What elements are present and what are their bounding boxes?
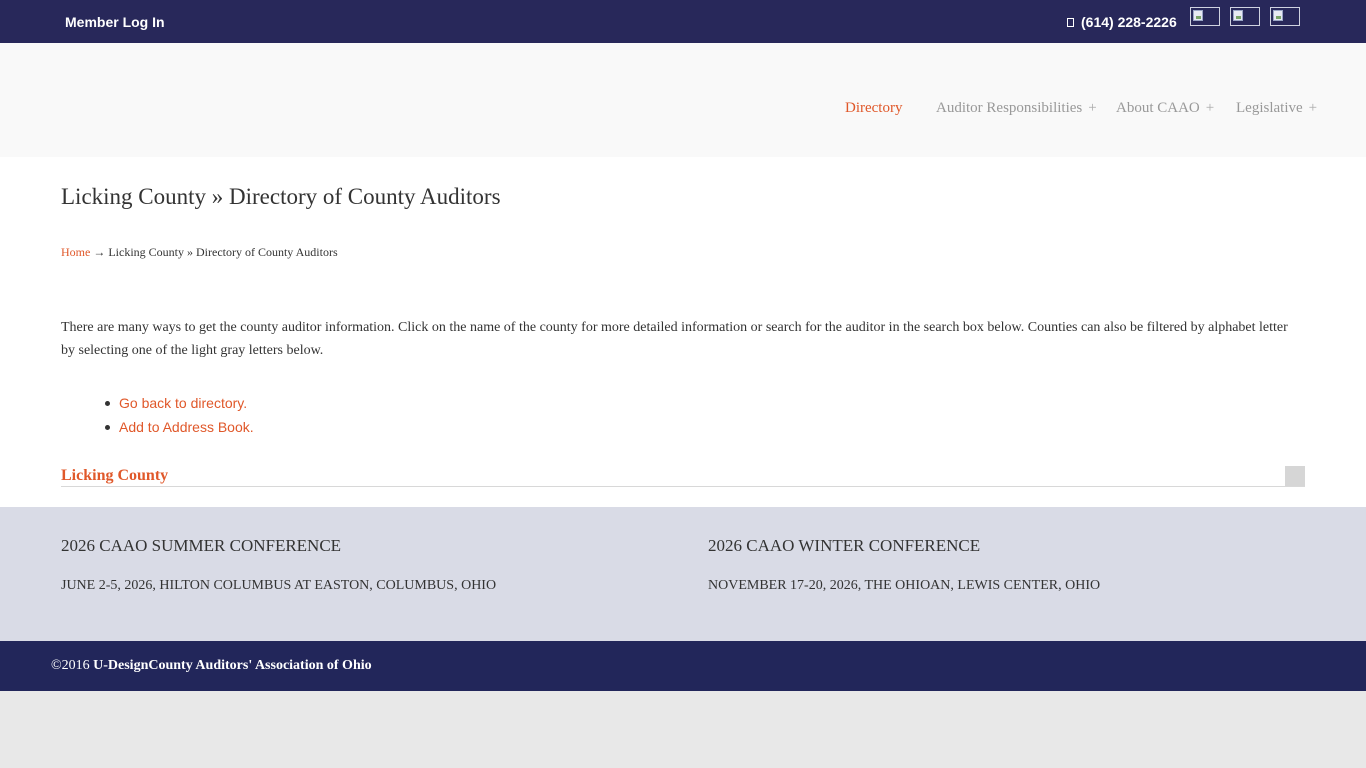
copyright-prefix: ©2016 [51, 658, 94, 673]
broken-image-icon [1233, 10, 1243, 21]
add-to-address-book-link[interactable]: Add to Address Book. [105, 417, 254, 441]
nav-item-label: About CAAO [1116, 100, 1200, 116]
nav-item-directory[interactable]: Directory [845, 100, 902, 117]
county-heading[interactable]: Licking County [61, 467, 168, 485]
nav-item-legislative[interactable]: Legislative + [1236, 100, 1317, 117]
copyright-text: ©2016 U-DesignCounty Auditors' Associati… [51, 658, 372, 674]
summer-conference-title[interactable]: 2026 CAAO SUMMER CONFERENCE [61, 536, 341, 556]
winter-conference-detail: NOVEMBER 17-20, 2026, THE OHIOAN, LEWIS … [708, 578, 1101, 593]
nav-item-about-caao[interactable]: About CAAO + [1116, 100, 1214, 117]
member-login-link[interactable]: Member Log In [65, 14, 165, 30]
conference-section: 2026 CAAO SUMMER CONFERENCE JUNE 2-5, 20… [0, 507, 1366, 641]
breadcrumb-separator: → [90, 245, 109, 259]
social-link-3[interactable] [1270, 7, 1300, 26]
go-back-link[interactable]: Go back to directory. [105, 393, 254, 417]
phone-number[interactable]: (614) 228-2226 [1067, 14, 1177, 30]
social-link-2[interactable] [1230, 7, 1260, 26]
main-content: Licking County » Directory of County Aud… [0, 157, 1366, 507]
breadcrumb-home-link[interactable]: Home [61, 245, 90, 259]
winter-conference-title[interactable]: 2026 CAAO WINTER CONFERENCE [708, 536, 980, 556]
expand-plus-icon: + [1088, 100, 1097, 116]
site-header: Directory Auditor Responsibilities + Abou… [0, 43, 1366, 157]
phone-icon [1067, 18, 1074, 27]
intro-paragraph: There are many ways to get the county au… [61, 320, 1288, 358]
nav-item-label: Auditor Responsibilities [936, 100, 1083, 116]
expand-plus-icon: + [1205, 100, 1215, 116]
action-links: Go back to directory. Add to Address Boo… [105, 393, 254, 441]
page-title: Licking County » Directory of County Aud… [61, 184, 501, 209]
nav-item-label: Directory [845, 100, 903, 116]
broken-image-icon [1193, 10, 1203, 21]
divider [61, 486, 1305, 487]
top-bar: Member Log In (614) 228-2226 [0, 0, 1366, 43]
social-link-1[interactable] [1190, 7, 1220, 26]
copyright-owner: U-DesignCounty Auditors' Association of … [93, 658, 372, 673]
expand-toggle-button[interactable] [1285, 466, 1305, 486]
nav-item-label: Legislative [1236, 100, 1303, 116]
expand-plus-icon: + [1308, 100, 1318, 116]
summer-conference-detail: JUNE 2-5, 2026, HILTON COLUMBUS AT EASTO… [61, 578, 497, 593]
nav-item-auditor-responsibilities[interactable]: Auditor Responsibilities + [936, 100, 1097, 117]
breadcrumb: Home → Licking County » Directory of Cou… [61, 245, 338, 260]
site-footer: ©2016 U-DesignCounty Auditors' Associati… [0, 641, 1366, 691]
phone-text: (614) 228-2226 [1081, 14, 1177, 30]
breadcrumb-current: Licking County » Directory of County Aud… [108, 245, 338, 259]
broken-image-icon [1273, 10, 1283, 21]
